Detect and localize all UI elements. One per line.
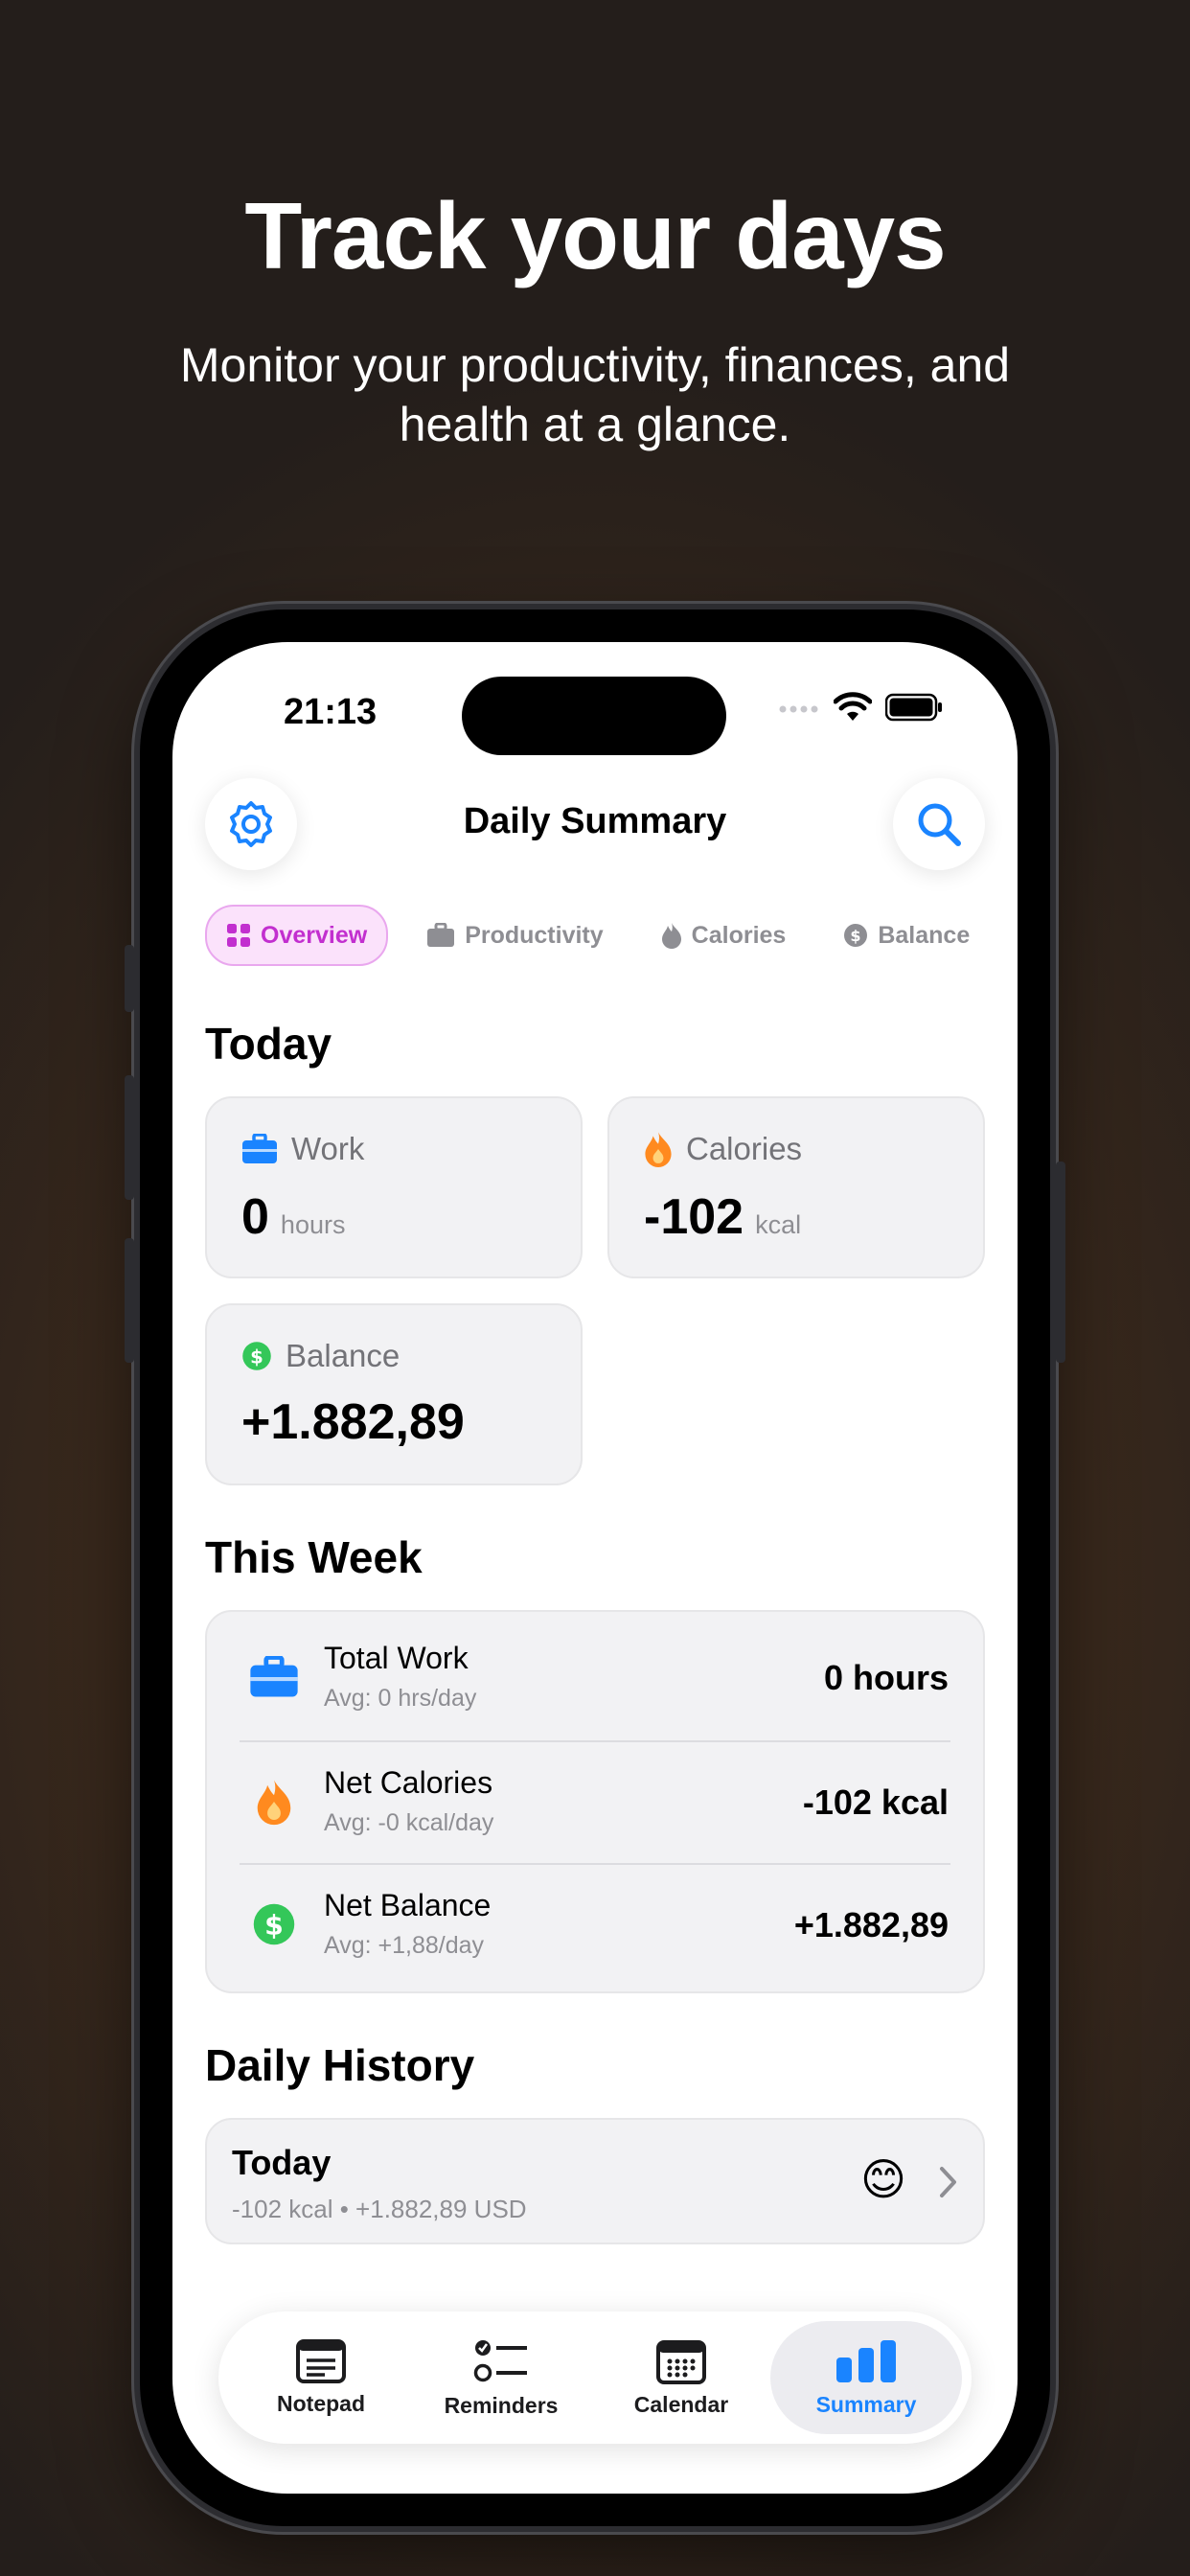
tabbar-label: Reminders: [444, 2392, 559, 2418]
history-item-today[interactable]: Today -102 kcal • +1.882,89 USD 😊: [205, 2118, 985, 2244]
work-unit: hours: [280, 1210, 346, 1239]
tab-bar: Notepad Reminders Calendar Summary: [218, 2312, 972, 2444]
work-label: Work: [291, 1131, 365, 1166]
tab-productivity[interactable]: Productivity: [407, 907, 622, 964]
work-label-row: Work: [241, 1131, 364, 1167]
calories-label: Calories: [686, 1131, 803, 1166]
wifi-icon: [834, 692, 872, 721]
row-subtitle: Avg: -0 kcal/day: [324, 1809, 494, 1836]
work-card[interactable]: Work 0 hours: [205, 1096, 583, 1278]
svg-text:$: $: [264, 1910, 284, 1942]
app-screen: 21:13 Daily Summary Overview Productivit…: [172, 642, 1018, 2494]
battery-icon: [885, 693, 942, 722]
calories-value-row: -102 kcal: [644, 1188, 801, 1246]
balance-label: Balance: [286, 1338, 400, 1373]
tab-label: Balance: [878, 921, 971, 949]
chart-icon: [836, 2339, 896, 2382]
tab-label: Productivity: [465, 921, 604, 949]
row-title: Net Balance: [324, 1888, 492, 1922]
week-row-work[interactable]: Total Work Avg: 0 hrs/day 0 hours: [207, 1616, 983, 1738]
phone-frame: 21:13 Daily Summary Overview Productivit…: [125, 610, 1065, 2526]
svg-text:$: $: [250, 1346, 263, 1368]
page-title: Daily Summary: [463, 801, 727, 841]
week-summary-card: Total Work Avg: 0 hrs/day 0 hours Net Ca…: [205, 1610, 985, 1993]
tab-balance[interactable]: $ Balance: [824, 907, 989, 964]
dynamic-island: [462, 677, 726, 755]
tab-label: Overview: [261, 921, 368, 949]
notepad-icon: [296, 2338, 346, 2383]
row-value: -102 kcal: [802, 1782, 949, 1822]
balance-value-row: +1.882,89: [241, 1393, 465, 1451]
work-value: 0: [241, 1189, 269, 1245]
week-row-calories[interactable]: Net Calories Avg: -0 kcal/day -102 kcal: [207, 1740, 983, 1863]
row-title: Net Calories: [324, 1765, 493, 1800]
search-icon: [918, 803, 961, 846]
row-subtitle: Avg: +1,88/day: [324, 1932, 485, 1959]
calories-label-row: Calories: [644, 1131, 802, 1167]
history-heading: Daily History: [205, 2040, 475, 2090]
balance-label-row: $ Balance: [241, 1338, 400, 1374]
signal-icon: [779, 705, 818, 713]
balance-card[interactable]: $ Balance +1.882,89: [205, 1303, 583, 1485]
mood-emoji: 😊: [860, 2154, 906, 2204]
segment-tabs: Overview Productivity Calories $ Balance: [205, 905, 989, 966]
calories-unit: kcal: [755, 1210, 802, 1239]
calories-value: -102: [644, 1189, 744, 1245]
today-heading: Today: [205, 1019, 332, 1069]
grid-icon: [227, 924, 250, 947]
tab-overview[interactable]: Overview: [205, 905, 389, 966]
tabbar-reminders[interactable]: Reminders: [410, 2321, 592, 2434]
tab-calories[interactable]: Calories: [642, 907, 806, 964]
work-value-row: 0 hours: [241, 1188, 345, 1246]
flame-icon: [661, 923, 681, 949]
calories-card[interactable]: Calories -102 kcal: [607, 1096, 985, 1278]
briefcase-icon: [242, 1134, 277, 1163]
tabbar-label: Calendar: [633, 2391, 729, 2417]
briefcase-icon: [427, 923, 455, 947]
calendar-icon: [656, 2339, 706, 2384]
week-heading: This Week: [205, 1532, 423, 1582]
flame-icon: [645, 1132, 672, 1167]
status-icons: [778, 692, 943, 723]
history-item-subtitle: -102 kcal • +1.882,89 USD: [232, 2195, 527, 2223]
dollar-icon: $: [253, 1903, 295, 1945]
hero-subtitle: Monitor your productivity, finances, and…: [179, 338, 1011, 451]
chevron-right-icon: [940, 2167, 956, 2197]
search-button[interactable]: [893, 778, 985, 870]
briefcase-icon: [250, 1656, 298, 1697]
dollar-icon: $: [844, 924, 868, 947]
tabbar-notepad[interactable]: Notepad: [230, 2321, 412, 2434]
tabbar-label: Notepad: [277, 2390, 365, 2416]
tabbar-label: Summary: [815, 2391, 917, 2417]
tabbar-summary[interactable]: Summary: [770, 2321, 962, 2434]
dollar-icon: $: [242, 1342, 271, 1370]
week-row-balance[interactable]: $ Net Balance Avg: +1,88/day +1.882,89: [207, 1863, 983, 1986]
svg-text:$: $: [851, 927, 861, 945]
row-value: +1.882,89: [793, 1905, 949, 1944]
balance-value: +1.882,89: [241, 1394, 465, 1450]
flame-icon: [257, 1780, 291, 1826]
row-title: Total Work: [324, 1641, 469, 1675]
hero-title: Track your days: [244, 183, 946, 288]
status-time: 21:13: [284, 692, 378, 732]
tab-label: Calories: [691, 921, 787, 949]
tabbar-calendar[interactable]: Calendar: [590, 2321, 772, 2434]
row-value: 0 hours: [823, 1658, 949, 1697]
row-subtitle: Avg: 0 hrs/day: [324, 1685, 477, 1712]
list-icon: [473, 2339, 527, 2381]
history-item-title: Today: [232, 2143, 332, 2182]
